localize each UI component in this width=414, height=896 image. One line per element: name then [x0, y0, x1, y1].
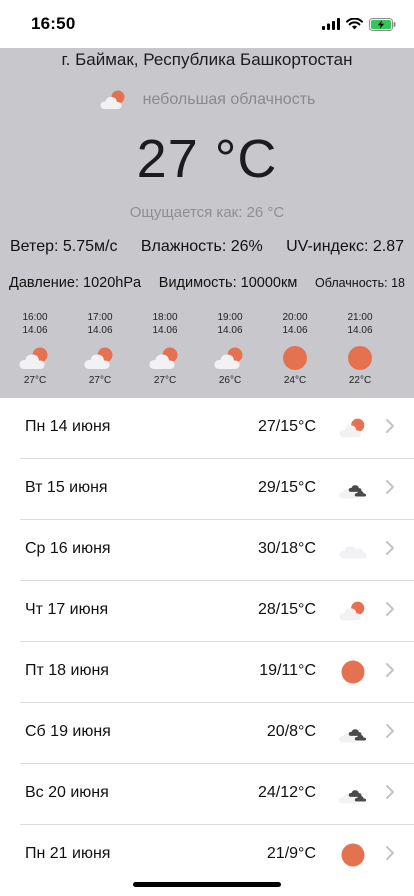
day-label: Пн 14 июня	[25, 418, 111, 435]
current-temperature: 27 °C	[136, 129, 278, 189]
city-name: г. Баймак, Республика Башкортостан	[61, 50, 353, 69]
daily-row[interactable]: Вт 15 июня 29/15°C	[20, 459, 414, 520]
day-label: Пн 21 июня	[25, 845, 111, 862]
partly-cloudy-icon	[100, 90, 125, 109]
hourly-time: 21:00	[347, 312, 373, 323]
hourly-temp: 26°C	[218, 375, 242, 386]
partly-cloudy-icon	[84, 347, 113, 369]
day-label: Вс 20 июня	[25, 784, 109, 801]
sun-icon	[341, 660, 365, 684]
day-temp: 29/15°C	[258, 479, 316, 496]
visibility-stat: Видимость: 10000км	[158, 275, 298, 291]
status-bar: 16:50	[0, 0, 414, 48]
daily-row[interactable]: Пн 14 июня 27/15°C	[20, 398, 414, 459]
hourly-date: 14.06	[152, 325, 178, 336]
partly-cloudy-icon	[339, 601, 365, 621]
hourly-date: 14.06	[87, 325, 113, 336]
day-temp: 21/9°C	[266, 845, 316, 862]
uv-stat: UV-индекс: 2.87	[286, 238, 404, 255]
day-temp: 20/8°C	[266, 723, 316, 740]
broken-clouds-icon	[338, 790, 367, 804]
day-temp: 27/15°C	[258, 418, 316, 435]
hourly-forecast: 16:00 14.06 27°C 17:00 14.06 27°C 18:00 …	[0, 311, 414, 395]
day-temp: 28/15°C	[258, 601, 316, 618]
chevron-right-icon	[386, 480, 394, 494]
current-description-row: небольшая облачность	[0, 86, 414, 114]
day-temp: 24/12°C	[258, 784, 316, 801]
daily-row[interactable]: Вс 20 июня 24/12°C	[20, 764, 414, 825]
hourly-time: 19:00	[217, 312, 243, 323]
daily-row[interactable]: Ср 16 июня 30/18°C	[20, 520, 414, 581]
partly-cloudy-icon	[149, 347, 178, 369]
hourly-item: 21:00 14.06 22°C	[330, 311, 390, 386]
hourly-time: 17:00	[87, 312, 113, 323]
cloudiness-stat: Облачность: 18	[315, 276, 405, 290]
hourly-date: 14.06	[217, 325, 243, 336]
wind-stat: Ветер: 5.75м/с	[10, 238, 118, 255]
broken-clouds-icon	[338, 729, 367, 743]
hourly-item: 20:00 14.06 24°C	[265, 311, 325, 386]
weather-description: небольшая облачность	[142, 91, 316, 108]
sun-icon	[341, 843, 365, 867]
chevron-right-icon	[386, 724, 394, 738]
status-time: 16:50	[31, 14, 76, 33]
home-indicator[interactable]	[133, 882, 281, 887]
hourly-item: 17:00 14.06 27°C	[70, 311, 130, 386]
daily-row[interactable]: Пт 18 июня 19/11°C	[20, 642, 414, 703]
day-label: Ср 16 июня	[25, 540, 111, 557]
partly-cloudy-icon	[214, 347, 243, 369]
chevron-right-icon	[386, 419, 394, 433]
stats-row-1: Ветер: 5.75м/с Влажность: 26% UV-индекс:…	[10, 238, 404, 256]
pressure-stat: Давление: 1020hPa	[9, 275, 142, 291]
humidity-stat: Влажность: 26%	[140, 238, 263, 255]
hourly-temp: 22°C	[348, 375, 372, 386]
status-icons	[322, 15, 396, 33]
broken-clouds-icon	[338, 485, 367, 499]
hourly-temp: 24°C	[283, 375, 307, 386]
sun-icon	[348, 346, 372, 370]
day-temp: 30/18°C	[258, 540, 316, 557]
daily-row[interactable]: Пн 21 июня 21/9°C	[20, 825, 414, 885]
chevron-right-icon	[386, 785, 394, 799]
daily-forecast-list: Пн 14 июня 27/15°C Вт 15 июня 29/15°C Ср…	[0, 398, 414, 885]
hourly-date: 14.06	[282, 325, 308, 336]
hourly-date: 14.06	[22, 325, 48, 336]
day-temp: 19/11°C	[259, 662, 316, 679]
hourly-item: 16:00 14.06 27°C	[5, 311, 65, 386]
chevron-right-icon	[386, 663, 394, 677]
hourly-item: 18:00 14.06 27°C	[135, 311, 195, 386]
stats-row-2: Давление: 1020hPa Видимость: 10000км Обл…	[9, 275, 405, 291]
hourly-temp: 27°C	[153, 375, 177, 386]
partly-cloudy-icon	[339, 418, 365, 438]
current-weather-panel: г. Баймак, Республика Башкортостан небол…	[0, 48, 414, 398]
battery-charging-icon	[369, 17, 396, 31]
hourly-item: 19:00 14.06 26°C	[200, 311, 260, 386]
daily-row[interactable]: Сб 19 июня 20/8°C	[20, 703, 414, 764]
hourly-date: 14.06	[347, 325, 373, 336]
chevron-right-icon	[386, 846, 394, 860]
day-label: Сб 19 июня	[25, 723, 111, 740]
sun-icon	[283, 346, 307, 370]
daily-row[interactable]: Чт 17 июня 28/15°C	[20, 581, 414, 642]
hourly-time: 20:00	[282, 312, 308, 323]
hourly-time: 16:00	[22, 312, 48, 323]
day-label: Вт 15 июня	[25, 479, 108, 496]
hourly-temp: 27°C	[23, 375, 47, 386]
hourly-temp: 27°C	[88, 375, 112, 386]
chevron-right-icon	[386, 541, 394, 555]
hourly-time: 18:00	[152, 312, 178, 323]
wifi-icon	[346, 18, 363, 30]
day-label: Чт 17 июня	[25, 601, 109, 618]
partly-cloudy-icon	[19, 347, 48, 369]
chevron-right-icon	[386, 602, 394, 616]
cloud-icon	[339, 546, 367, 559]
day-label: Пт 18 июня	[25, 662, 109, 679]
signal-icon	[322, 18, 340, 30]
feels-like: Ощущается как: 26 °C	[129, 204, 285, 221]
